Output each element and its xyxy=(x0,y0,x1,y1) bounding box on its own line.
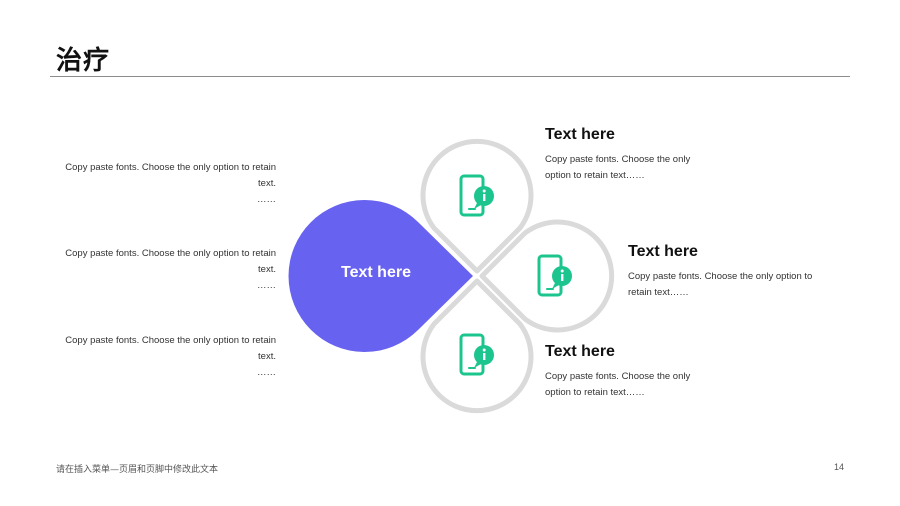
page-number: 14 xyxy=(834,462,845,472)
right-item-heading: Text here xyxy=(628,243,698,260)
right-item-desc: Copy paste fonts. Choose the only option… xyxy=(545,154,691,181)
right-item-1: Text here Copy paste fonts. Choose the o… xyxy=(545,126,715,184)
footer-note: 请在插入菜单—页眉和页脚中修改此文本 xyxy=(56,465,219,475)
right-item-desc: Copy paste fonts. Choose the only option… xyxy=(628,271,813,298)
right-item-2: Text here Copy paste fonts. Choose the o… xyxy=(628,243,838,301)
center-label: Text here xyxy=(341,264,411,281)
right-item-desc: Copy paste fonts. Choose the only option… xyxy=(545,371,691,398)
right-item-heading: Text here xyxy=(545,126,615,143)
right-item-heading: Text here xyxy=(545,343,615,360)
right-item-3: Text here Copy paste fonts. Choose the o… xyxy=(545,343,715,401)
